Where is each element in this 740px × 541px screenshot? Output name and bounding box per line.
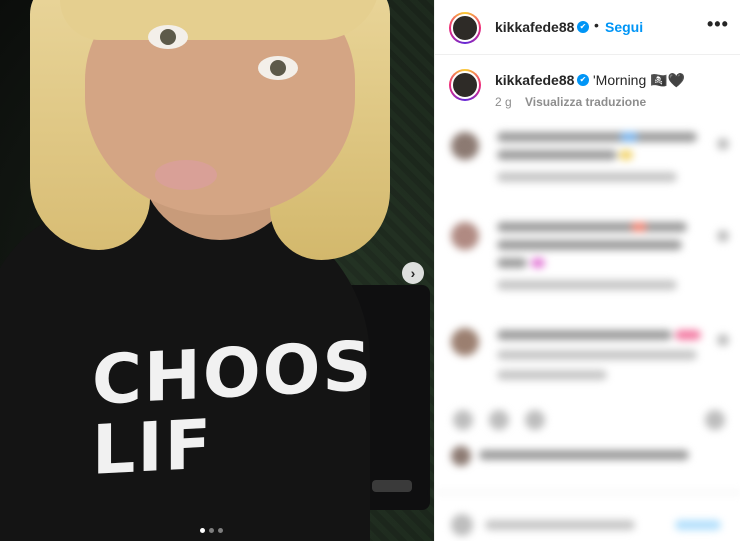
comment-meta — [497, 172, 677, 182]
emoji-icon — [451, 514, 473, 536]
comment-avatar — [451, 222, 479, 250]
like-icon — [453, 410, 473, 430]
likes-line — [479, 450, 689, 460]
caption-text: 'Morning 🏴‍☠️🖤 — [593, 72, 686, 88]
carousel-dot-active — [200, 528, 205, 533]
blurred-comments — [435, 120, 740, 541]
mouth — [155, 160, 217, 190]
comment-line — [497, 350, 697, 360]
shirt-print-line1: CHOOS — [92, 327, 374, 421]
comment-emoji — [675, 330, 701, 340]
translate-link[interactable]: Visualizza traduzione — [525, 95, 646, 109]
liker-avatar — [451, 446, 471, 466]
carousel-next-button[interactable]: › — [402, 262, 424, 284]
comment-line — [497, 258, 527, 268]
comment-meta — [497, 280, 677, 290]
save-icon — [705, 410, 725, 430]
post-header: kikkafede88 ✔ • Segui ••• — [435, 0, 740, 55]
caption-timestamp[interactable]: 2 g — [495, 95, 512, 109]
caption-username[interactable]: kikkafede88 — [495, 72, 574, 88]
follow-button[interactable]: Segui — [605, 19, 643, 35]
comment-line — [497, 150, 617, 160]
caption-avatar[interactable] — [449, 69, 481, 101]
carousel-dots — [200, 528, 223, 533]
comment-input — [485, 520, 635, 530]
heart-icon — [717, 138, 729, 150]
comment-avatar — [451, 328, 479, 356]
post-button — [675, 520, 721, 530]
shirt-print: CHOOS LIF — [92, 327, 374, 491]
comment-emoji — [531, 258, 545, 268]
comment-emoji — [620, 132, 638, 142]
heart-icon — [717, 334, 729, 346]
more-options-icon[interactable]: ••• — [707, 14, 729, 35]
comment-line — [497, 132, 697, 142]
comment-line — [497, 222, 687, 232]
share-icon — [525, 410, 545, 430]
bag-zipper — [372, 480, 412, 492]
header-username[interactable]: kikkafede88 — [495, 19, 574, 35]
verified-icon: ✔ — [577, 21, 589, 33]
carousel-dot — [218, 528, 223, 533]
comment-line — [497, 330, 672, 340]
comment-emoji — [619, 150, 633, 160]
eye-left — [148, 25, 188, 49]
verified-icon: ✔ — [577, 74, 589, 86]
post-photo[interactable]: CHOOS LIF › — [0, 0, 434, 541]
carousel-dot — [209, 528, 214, 533]
comment-emoji — [631, 222, 647, 232]
shirt-print-line2: LIF — [92, 405, 214, 491]
comment-meta — [497, 370, 607, 380]
comment-avatar — [451, 132, 479, 160]
post-side-panel: kikkafede88 ✔ • Segui ••• kikkafede88 ✔ … — [434, 0, 740, 541]
avatar[interactable] — [449, 12, 481, 44]
separator-dot: • — [594, 17, 599, 33]
comment-icon — [489, 410, 509, 430]
comment-line — [497, 240, 682, 250]
heart-icon — [717, 230, 729, 242]
hair-fringe — [60, 0, 380, 40]
eye-right — [258, 56, 298, 80]
